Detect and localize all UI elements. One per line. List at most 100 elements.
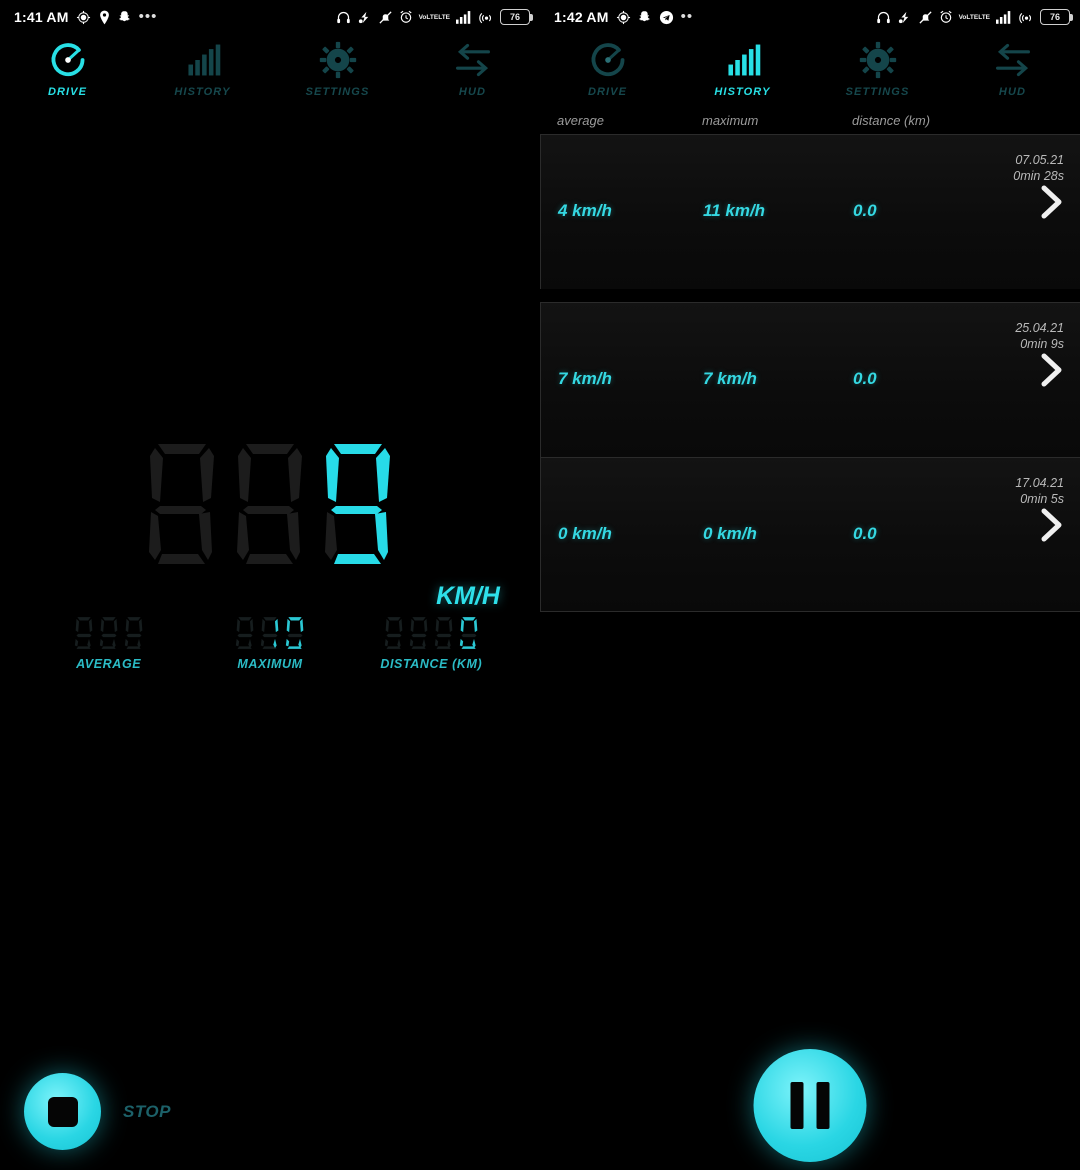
signal-bars-icon xyxy=(456,10,473,24)
alarm-icon xyxy=(939,10,953,24)
bar-chart-icon xyxy=(723,40,763,80)
history-row-3[interactable]: 17.04.21 0min 5s 0 km/h 0 km/h 0.0 xyxy=(540,457,1080,612)
telegram-icon xyxy=(659,10,674,25)
history-row-meta: 07.05.21 0min 28s xyxy=(1013,152,1064,184)
volte-label-bottom: LTE xyxy=(978,13,990,21)
hotspot-icon xyxy=(479,10,494,25)
volte-icon: VoLTE LTE xyxy=(959,14,990,21)
nav-item-hud[interactable]: HUD xyxy=(945,40,1080,106)
speedometer-icon xyxy=(588,40,628,80)
history-row-meta: 17.04.21 0min 5s xyxy=(1015,475,1064,507)
pause-button[interactable] xyxy=(753,1049,867,1162)
stat-distance-digits xyxy=(384,613,479,653)
status-bar-right-group: VoLTE LTE 76 xyxy=(336,9,533,25)
speedometer-icon xyxy=(48,40,88,80)
headphones-icon xyxy=(336,10,351,25)
history-row-average: 0 km/h xyxy=(558,524,612,543)
nav-label-drive: DRIVE xyxy=(587,86,628,98)
battery-indicator: 76 xyxy=(1040,9,1073,25)
history-row-1[interactable]: 07.05.21 0min 28s 4 km/h 11 km/h 0.0 xyxy=(540,134,1080,289)
status-bar-clock-right: 1:42 AM xyxy=(554,9,609,25)
history-row-duration: 0min 9s xyxy=(1020,337,1064,351)
location-crosshair-icon xyxy=(616,10,631,25)
nav-label-drive: DRIVE xyxy=(47,86,88,98)
history-row-values: 4 km/h 11 km/h 0.0 xyxy=(541,201,1080,221)
stat-distance-label: DISTANCE (KM) xyxy=(380,657,483,671)
history-row-date: 25.04.21 xyxy=(1015,321,1064,335)
hotspot-icon xyxy=(1019,10,1034,25)
location-pin-icon xyxy=(98,10,111,25)
history-column-headers: average maximum distance (km) xyxy=(540,106,1080,134)
nav-item-drive[interactable]: DRIVE xyxy=(0,40,135,106)
nav-item-history[interactable]: HISTORY xyxy=(675,40,810,106)
column-header-distance: distance (km) xyxy=(852,112,931,128)
dual-screenshot-container: 1:41 AM ••• VoLTE LTE 76 DRIVE HISTORY S… xyxy=(0,0,1080,1170)
nav-label-history: HISTORY xyxy=(174,86,231,98)
snapchat-icon xyxy=(118,10,132,24)
history-row-average: 4 km/h xyxy=(558,201,612,220)
history-row-duration: 0min 5s xyxy=(1020,492,1064,506)
speed-digits xyxy=(0,440,540,568)
history-row-maximum: 11 km/h xyxy=(703,201,766,220)
history-row-values: 7 km/h 7 km/h 0.0 xyxy=(541,369,1080,389)
chevron-right-icon[interactable] xyxy=(1036,351,1066,394)
speed-digit-2 xyxy=(237,444,302,564)
stat-maximum-digits xyxy=(235,613,305,653)
pause-control-group xyxy=(753,1049,867,1162)
arrows-flip-icon xyxy=(452,40,494,80)
gear-icon xyxy=(318,40,358,80)
status-bar-right: 1:42 AM •• VoLTE LTE 76 xyxy=(540,0,1080,34)
pause-bar-right xyxy=(816,1082,830,1129)
bell-muted-icon xyxy=(918,10,933,25)
alarm-icon xyxy=(399,10,413,24)
speed-digit-3 xyxy=(325,444,390,564)
right-screen-history: 1:42 AM •• VoLTE LTE 76 DRIVE HISTORY SE… xyxy=(540,0,1080,1170)
stop-button[interactable] xyxy=(24,1073,101,1150)
stop-square-icon xyxy=(47,1096,78,1127)
nav-item-history[interactable]: HISTORY xyxy=(135,40,270,106)
stop-control-group: STOP xyxy=(24,1073,171,1150)
nav-label-history: HISTORY xyxy=(714,86,771,98)
history-row-maximum: 0 km/h xyxy=(703,524,757,543)
status-bar-left: 1:41 AM ••• VoLTE LTE 76 xyxy=(0,0,540,34)
history-row-2[interactable]: 25.04.21 0min 9s 7 km/h 7 km/h 0.0 xyxy=(540,302,1080,457)
nav-bar-left: DRIVE HISTORY SETTINGS HUD xyxy=(0,34,540,106)
nav-item-settings[interactable]: SETTINGS xyxy=(810,40,945,106)
arrows-flip-icon xyxy=(992,40,1034,80)
speed-unit-label: KM/H xyxy=(436,582,500,610)
snapchat-icon xyxy=(638,10,652,24)
speedometer-display: KM/H AVERAGE MAXIMUM DISTANCE (KM) xyxy=(0,440,540,671)
nav-item-hud[interactable]: HUD xyxy=(405,40,540,106)
location-crosshair-icon xyxy=(76,10,91,25)
history-row-maximum: 7 km/h xyxy=(703,369,757,388)
signal-bars-icon xyxy=(996,10,1013,24)
history-row-date: 17.04.21 xyxy=(1015,476,1064,490)
nav-item-drive[interactable]: DRIVE xyxy=(540,40,675,106)
vibrate-icon xyxy=(897,10,912,25)
volte-label-bottom: LTE xyxy=(438,13,450,21)
nav-label-settings: SETTINGS xyxy=(845,86,910,98)
stat-maximum: MAXIMUM xyxy=(189,613,350,671)
left-screen-drive: 1:41 AM ••• VoLTE LTE 76 DRIVE HISTORY S… xyxy=(0,0,540,1170)
history-row-average: 7 km/h xyxy=(558,369,612,388)
stat-average-label: AVERAGE xyxy=(76,657,142,671)
battery-indicator: 76 xyxy=(500,9,533,25)
history-list: 07.05.21 0min 28s 4 km/h 11 km/h 0.0 25.… xyxy=(540,134,1080,612)
headphones-icon xyxy=(876,10,891,25)
bar-chart-icon xyxy=(183,40,223,80)
column-header-average: average xyxy=(557,112,604,128)
trip-stats: AVERAGE MAXIMUM DISTANCE (KM) xyxy=(0,613,540,671)
chevron-right-icon[interactable] xyxy=(1036,506,1066,549)
bell-muted-icon xyxy=(378,10,393,25)
history-row-duration: 0min 28s xyxy=(1013,169,1064,183)
overflow-dots-icon: ••• xyxy=(138,8,158,25)
stat-distance: DISTANCE (KM) xyxy=(351,613,512,671)
stat-average-digits xyxy=(74,613,144,653)
status-bar-left-group: 1:41 AM ••• xyxy=(14,9,157,25)
nav-item-settings[interactable]: SETTINGS xyxy=(270,40,405,106)
gear-icon xyxy=(858,40,898,80)
pause-icon xyxy=(790,1082,830,1129)
volte-label-top: VoLTE xyxy=(418,13,439,21)
pause-bar-left xyxy=(790,1082,804,1129)
chevron-right-icon[interactable] xyxy=(1036,183,1066,226)
